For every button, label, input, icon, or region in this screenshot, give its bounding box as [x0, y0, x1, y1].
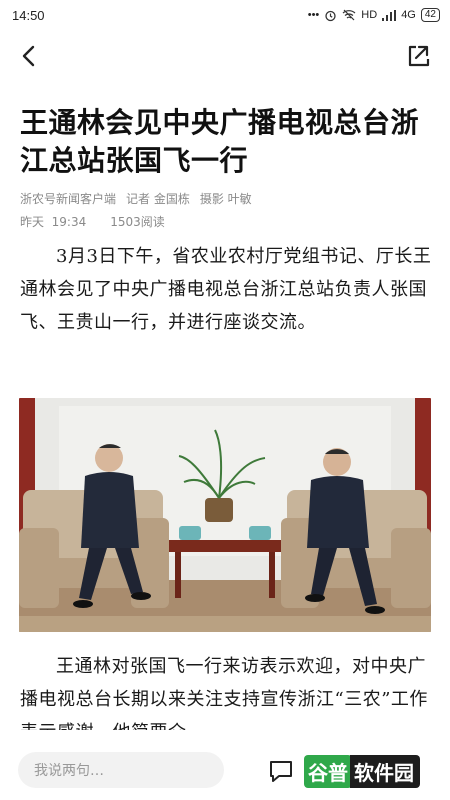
watermark-part-a: 谷普: [304, 754, 352, 788]
article-meta-info: 昨天 19:34 1503阅读: [20, 213, 165, 230]
article-source[interactable]: 浙农号新闻客户端: [20, 190, 116, 207]
article-title: 王通林会见中央广播电视总台浙江总站张国飞一行: [20, 106, 420, 177]
article-reporter: 记者 金国栋: [126, 192, 190, 206]
article-paragraph: 3月3日下午，省农业农村厅党组书记、厅长王通林会见了中央广播电视总台浙江总站负责…: [20, 246, 432, 333]
nav-bar: [0, 34, 450, 78]
network-label: 4G: [401, 9, 416, 21]
article-photographer: 摄影 叶敏: [199, 192, 252, 206]
article-date: 昨天 19:34: [20, 215, 87, 229]
status-bar: 14:50 ••• HD 4G 42: [0, 0, 450, 30]
alarm-icon: [325, 10, 336, 21]
status-icons: ••• HD 4G 42: [308, 8, 440, 22]
more-dots-icon: •••: [307, 9, 320, 21]
bottom-comment-bar: 我说两句… 谷普 软件园: [0, 740, 450, 800]
comment-placeholder: 我说两句…: [34, 763, 104, 779]
battery-icon: 42: [420, 8, 440, 22]
comment-icon[interactable]: [266, 756, 296, 786]
meeting-photo-illustration: [19, 398, 431, 632]
article-paragraph: 王通林对张国飞一行来访表示欢迎，对中央广播电视总台长期以来关注支持宣传浙江“三农…: [20, 656, 428, 730]
watermark-logo: 谷普 软件园: [304, 752, 420, 790]
article-read-count: 1503阅读: [110, 215, 165, 229]
article-meta-byline: 浙农号新闻客户端 记者 金国栋 摄影 叶敏: [20, 190, 252, 207]
watermark-part-b: 软件园: [350, 754, 420, 788]
hd-label: HD: [361, 9, 378, 21]
comment-input[interactable]: 我说两句…: [18, 752, 224, 788]
status-time: 14:50: [12, 7, 45, 23]
signal-icon: [382, 9, 397, 21]
chevron-left-icon[interactable]: [14, 40, 46, 72]
article-photo[interactable]: [19, 398, 431, 632]
share-icon[interactable]: [402, 40, 434, 72]
wifi-off-icon: [342, 9, 356, 21]
